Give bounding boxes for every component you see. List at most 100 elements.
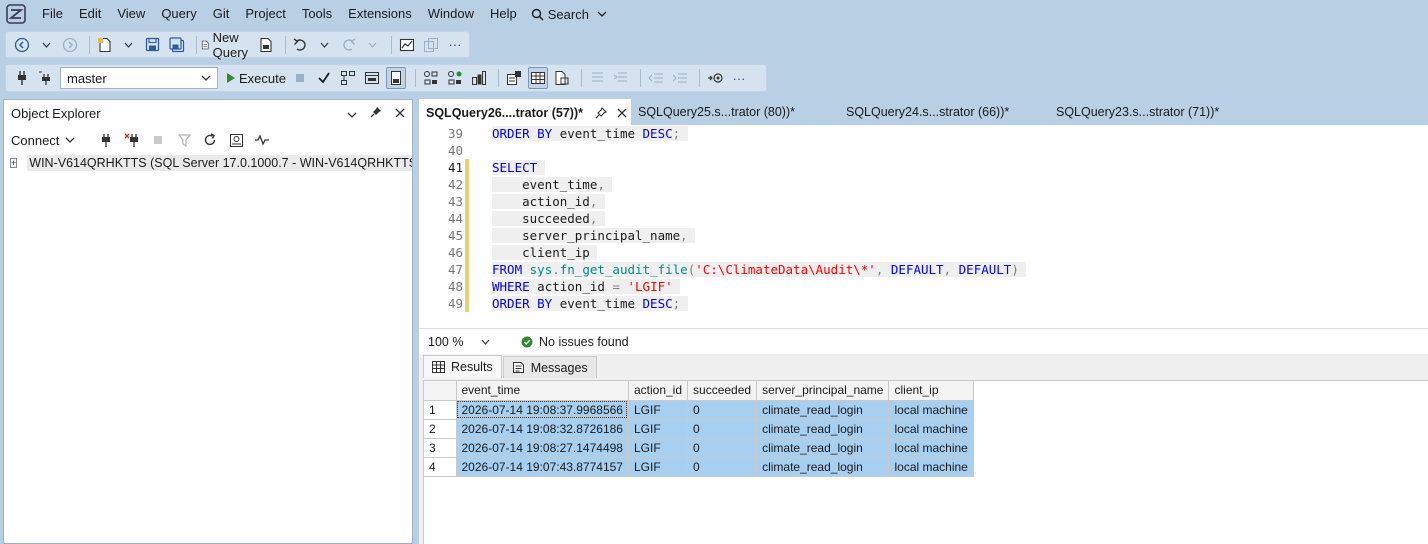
activity-monitor-oe-button[interactable] xyxy=(223,133,249,148)
close-icon[interactable] xyxy=(617,108,627,118)
tab-sqlquery26[interactable]: SQLQuery26....trator (57))* xyxy=(419,99,631,125)
cell-client-ip[interactable]: local machine xyxy=(888,438,974,458)
cell-server-principal-name[interactable]: climate_read_login xyxy=(756,457,890,477)
new-dropdown[interactable] xyxy=(119,34,139,56)
menu-help[interactable]: Help xyxy=(482,1,525,27)
decrease-indent-button[interactable] xyxy=(646,67,666,89)
redo-dropdown[interactable] xyxy=(362,34,382,56)
cell-event-time[interactable]: 2026-07-14 19:08:27.1474498 xyxy=(456,438,629,458)
increase-indent-button[interactable] xyxy=(670,67,690,89)
change-connection-button[interactable] xyxy=(36,67,56,89)
undo-dropdown[interactable] xyxy=(314,34,334,56)
query-editor[interactable]: 39 40 41 42 43 44 45 46 47 48 49 ORDER B… xyxy=(419,125,1428,328)
cell-action-id[interactable]: LGIF xyxy=(628,400,689,420)
row-number[interactable]: 2 xyxy=(424,419,457,439)
expand-toggle[interactable]: + xyxy=(10,158,18,168)
close-panel-button[interactable] xyxy=(388,106,412,121)
code-text[interactable]: ORDER BY event_time DESC; SELECT event_t… xyxy=(492,125,1027,312)
stop-button[interactable] xyxy=(145,135,171,145)
code-line[interactable] xyxy=(492,142,1026,159)
refresh-button[interactable] xyxy=(197,133,223,147)
cell-action-id[interactable]: LGIF xyxy=(628,438,689,458)
tab-sqlquery24[interactable]: SQLQuery24.s...strator (66))* xyxy=(836,99,1046,125)
column-header-client-ip[interactable]: client_ip xyxy=(888,381,974,401)
disconnect-button[interactable] xyxy=(119,133,145,148)
actual-plan-button[interactable] xyxy=(421,67,441,89)
code-line[interactable]: server_principal_name, xyxy=(492,227,1026,244)
code-line[interactable]: WHERE action_id = 'LGIF' xyxy=(492,278,1026,295)
cell-client-ip[interactable]: local machine xyxy=(888,457,974,477)
uncomment-button[interactable] xyxy=(611,67,631,89)
specify-template-values-button[interactable] xyxy=(705,67,725,89)
parse-button[interactable] xyxy=(314,67,334,89)
column-header-action-id[interactable]: action_id xyxy=(628,381,689,401)
cell-succeeded[interactable]: 0 xyxy=(687,457,758,477)
row-number[interactable]: 4 xyxy=(424,457,457,477)
cell-succeeded[interactable]: 0 xyxy=(687,438,758,458)
estimated-plan-button[interactable] xyxy=(338,67,358,89)
tab-sqlquery23[interactable]: SQLQuery23.s...strator (71))* xyxy=(1046,99,1256,125)
cell-event-time[interactable]: 2026-07-14 19:08:37.9968566 xyxy=(456,400,629,420)
cell-succeeded[interactable]: 0 xyxy=(687,400,758,420)
menu-extensions[interactable]: Extensions xyxy=(340,1,420,27)
table-row[interactable]: 3 2026-07-14 19:08:27.1474498 LGIF 0 cli… xyxy=(424,438,974,458)
table-row[interactable]: 4 2026-07-14 19:07:43.8774157 LGIF 0 cli… xyxy=(424,457,974,477)
results-to-text-button[interactable] xyxy=(504,67,524,89)
connect-object-explorer-button[interactable] xyxy=(93,133,119,148)
tab-sqlquery25[interactable]: SQLQuery25.s...trator (80))* xyxy=(631,99,836,125)
row-number[interactable]: 3 xyxy=(424,438,457,458)
undo-button[interactable] xyxy=(290,34,310,56)
toolbar-overflow-button[interactable]: ··· xyxy=(445,34,465,56)
connect-button[interactable] xyxy=(12,67,32,89)
redo-button[interactable] xyxy=(338,34,358,56)
panel-options-button[interactable] xyxy=(340,106,364,121)
cell-action-id[interactable]: LGIF xyxy=(628,457,689,477)
new-project-button[interactable] xyxy=(95,34,115,56)
code-line[interactable]: ORDER BY event_time DESC; xyxy=(492,295,1026,312)
menu-window[interactable]: Window xyxy=(420,1,482,27)
code-line[interactable]: SELECT xyxy=(492,159,1026,176)
zoom-select[interactable]: 100 % xyxy=(423,331,495,352)
cell-action-id[interactable]: LGIF xyxy=(628,419,689,439)
intellisense-button[interactable] xyxy=(385,67,406,89)
table-row[interactable]: 2 2026-07-14 19:08:32.8726186 LGIF 0 cli… xyxy=(424,419,974,439)
forward-button[interactable] xyxy=(60,34,80,56)
menu-view[interactable]: View xyxy=(109,1,153,27)
database-select[interactable]: master xyxy=(60,67,218,89)
template-explorer-button[interactable] xyxy=(421,34,441,56)
client-statistics-button[interactable] xyxy=(469,67,489,89)
cell-server-principal-name[interactable]: climate_read_login xyxy=(756,400,890,420)
comment-button[interactable] xyxy=(587,67,607,89)
cell-server-principal-name[interactable]: climate_read_login xyxy=(756,419,890,439)
row-number[interactable]: 1 xyxy=(424,400,457,420)
search-menu[interactable]: Search xyxy=(525,1,617,27)
cell-succeeded[interactable]: 0 xyxy=(687,419,758,439)
back-button[interactable] xyxy=(12,34,32,56)
save-button[interactable] xyxy=(143,34,163,56)
save-all-button[interactable] xyxy=(167,34,187,56)
heartbeat-button[interactable] xyxy=(249,134,275,146)
tab-results[interactable]: Results xyxy=(423,355,502,378)
cell-event-time[interactable]: 2026-07-14 19:08:32.8726186 xyxy=(456,419,629,439)
menu-file[interactable]: File xyxy=(34,1,71,27)
cell-server-principal-name[interactable]: climate_read_login xyxy=(756,438,890,458)
connect-dropdown[interactable]: Connect xyxy=(11,133,75,148)
column-header-event-time[interactable]: event_time xyxy=(456,381,629,401)
column-header-server-principal-name[interactable]: server_principal_name xyxy=(756,381,890,401)
server-tree-node[interactable]: + WIN-V614QRHKTTS (SQL Server 17.0.1000.… xyxy=(4,153,412,171)
cancel-query-button[interactable] xyxy=(290,67,310,89)
menu-tools[interactable]: Tools xyxy=(294,1,340,27)
live-query-stats-button[interactable] xyxy=(445,67,465,89)
query-options-button[interactable] xyxy=(362,67,382,89)
row-number-header[interactable] xyxy=(424,381,457,401)
code-line[interactable]: client_ip xyxy=(492,244,1026,261)
execute-button[interactable]: Execute xyxy=(226,67,286,89)
filter-button[interactable] xyxy=(171,133,197,147)
menu-query[interactable]: Query xyxy=(153,1,204,27)
cell-client-ip[interactable]: local machine xyxy=(888,400,974,420)
toolbar-overflow-button-2[interactable]: ··· xyxy=(729,67,749,89)
cell-event-time[interactable]: 2026-07-14 19:07:43.8774157 xyxy=(456,457,629,477)
code-line[interactable]: event_time, xyxy=(492,176,1026,193)
back-dropdown[interactable] xyxy=(36,34,56,56)
tab-messages[interactable]: Messages xyxy=(502,356,597,378)
